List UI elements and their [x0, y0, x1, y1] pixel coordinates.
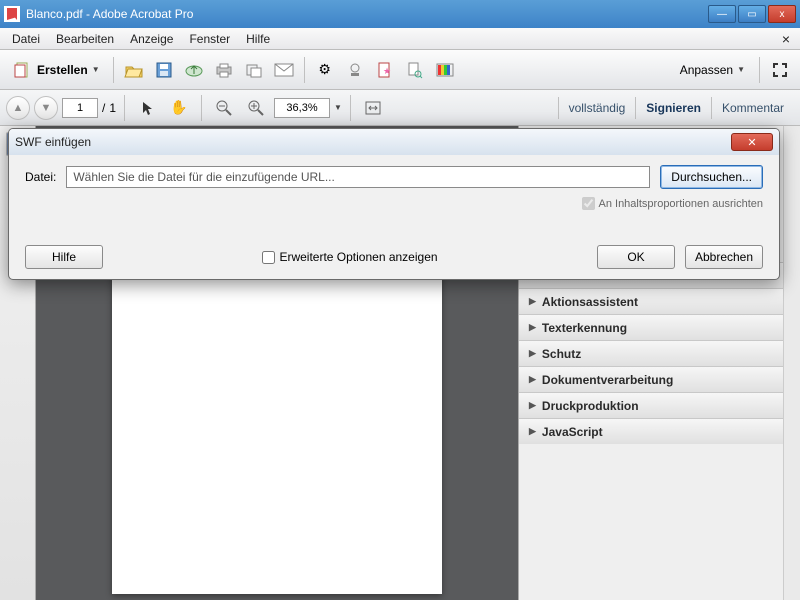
svg-text:★: ★: [383, 66, 391, 76]
dialog-close-button[interactable]: ✕: [731, 133, 773, 151]
menu-datei[interactable]: Datei: [4, 30, 48, 48]
share-button[interactable]: [240, 56, 268, 84]
fit-button[interactable]: [359, 94, 387, 122]
fullscreen-button[interactable]: [766, 56, 794, 84]
file-path-input[interactable]: [66, 166, 650, 188]
create-button[interactable]: Erstellen ▼: [6, 57, 107, 83]
save-button[interactable]: [150, 56, 178, 84]
zoom-in-button[interactable]: [242, 94, 270, 122]
ok-button[interactable]: OK: [597, 245, 675, 269]
create-icon: [13, 60, 33, 80]
tab-signieren[interactable]: Signieren: [636, 97, 711, 119]
page-down-button[interactable]: ▼: [34, 96, 58, 120]
share-icon: [244, 60, 264, 80]
advanced-checkbox[interactable]: [262, 251, 275, 264]
zoom-out-button[interactable]: [210, 94, 238, 122]
section-schutz[interactable]: ▶Schutz: [519, 340, 783, 366]
menu-hilfe[interactable]: Hilfe: [238, 30, 278, 48]
close-button[interactable]: x: [768, 5, 796, 23]
scrollbar[interactable]: [783, 126, 800, 600]
page-up-button[interactable]: ▲: [6, 96, 30, 120]
dialog-swf-insert: SWF einfügen ✕ Datei: Durchsuchen... An …: [8, 128, 780, 280]
customize-button[interactable]: Anpassen ▼: [672, 59, 753, 81]
minimize-button[interactable]: —: [708, 5, 736, 23]
menu-bearbeiten[interactable]: Bearbeiten: [48, 30, 122, 48]
window-title: Blanco.pdf - Adobe Acrobat Pro: [26, 7, 193, 21]
file-label: Datei:: [25, 170, 56, 184]
section-aktionsassistent[interactable]: ▶Aktionsassistent: [519, 288, 783, 314]
hand-icon: ✋: [169, 98, 189, 118]
zoom-level[interactable]: 36,3%: [274, 98, 330, 118]
tool3-button[interactable]: ★: [371, 56, 399, 84]
dialog-title: SWF einfügen: [15, 135, 91, 149]
page-sep: /: [102, 101, 105, 115]
fullscreen-icon: [770, 60, 790, 80]
section-dokumentverarbeitung[interactable]: ▶Dokumentverarbeitung: [519, 366, 783, 392]
tool5-button[interactable]: [431, 56, 459, 84]
spectrum-icon: [435, 60, 455, 80]
cursor-icon: [137, 98, 157, 118]
tab-kommentar[interactable]: Kommentar: [712, 97, 794, 119]
tab-vollstaendig[interactable]: vollständig: [559, 97, 636, 119]
dialog-titlebar: SWF einfügen ✕: [9, 129, 779, 155]
help-button[interactable]: Hilfe: [25, 245, 103, 269]
close-doc-button[interactable]: ×: [776, 29, 796, 49]
gear-button[interactable]: ⚙: [311, 56, 339, 84]
menu-anzeige[interactable]: Anzeige: [122, 30, 181, 48]
advanced-label: Erweiterte Optionen anzeigen: [279, 250, 437, 264]
search-doc-icon: [405, 60, 425, 80]
fit-icon: [363, 98, 383, 118]
open-button[interactable]: [120, 56, 148, 84]
cloud-button[interactable]: [180, 56, 208, 84]
floppy-icon: [154, 60, 174, 80]
mail-icon: [274, 60, 294, 80]
cloud-icon: [184, 60, 204, 80]
maximize-button[interactable]: ▭: [738, 5, 766, 23]
doc-star-icon: ★: [375, 60, 395, 80]
toolbar-nav: ▲ ▼ / 1 ✋ 36,3% ▼ vollständig Signieren …: [0, 90, 800, 126]
tool2-button[interactable]: [341, 56, 369, 84]
section-druckproduktion[interactable]: ▶Druckproduktion: [519, 392, 783, 418]
gear-icon: ⚙: [315, 60, 335, 80]
align-checkbox: [582, 197, 595, 210]
browse-button[interactable]: Durchsuchen...: [660, 165, 763, 189]
dropdown-icon: ▼: [737, 65, 745, 74]
select-tool[interactable]: [133, 94, 161, 122]
toolbar-main: Erstellen ▼ ⚙ ★ Anpassen ▼: [0, 50, 800, 90]
zoom-dropdown-icon[interactable]: ▼: [334, 103, 342, 112]
print-button[interactable]: [210, 56, 238, 84]
section-javascript[interactable]: ▶JavaScript: [519, 418, 783, 444]
tool4-button[interactable]: [401, 56, 429, 84]
mail-button[interactable]: [270, 56, 298, 84]
align-label: An Inhaltsproportionen ausrichten: [599, 198, 764, 210]
app-icon: [4, 6, 20, 22]
folder-open-icon: [124, 60, 144, 80]
menu-fenster[interactable]: Fenster: [181, 30, 238, 48]
printer-icon: [214, 60, 234, 80]
stamp-icon: [345, 60, 365, 80]
hand-tool[interactable]: ✋: [165, 94, 193, 122]
window-titlebar: Blanco.pdf - Adobe Acrobat Pro — ▭ x: [0, 0, 800, 28]
cancel-button[interactable]: Abbrechen: [685, 245, 763, 269]
page-total: 1: [109, 101, 116, 115]
dropdown-icon: ▼: [92, 65, 100, 74]
zoom-out-icon: [214, 98, 234, 118]
section-texterkennung[interactable]: ▶Texterkennung: [519, 314, 783, 340]
menubar: Datei Bearbeiten Anzeige Fenster Hilfe ×: [0, 28, 800, 50]
page-number-input[interactable]: [62, 98, 98, 118]
zoom-in-icon: [246, 98, 266, 118]
